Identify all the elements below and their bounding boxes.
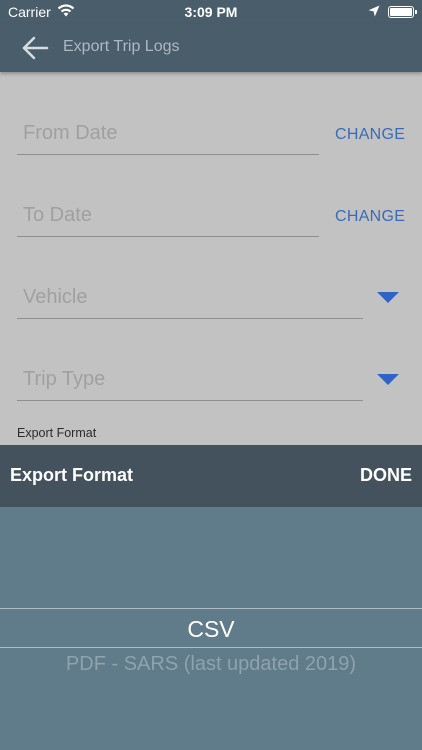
vehicle-select[interactable]: Vehicle [17,284,363,320]
picker-option-csv[interactable]: CSV [0,616,422,643]
export-format-picker[interactable]: CSV PDF - SARS (last updated 2019) [0,507,422,750]
status-time: 3:09 PM [184,4,238,20]
picker-toolbar: Export Format DONE [0,445,422,507]
picker-title: Export Format [10,465,134,485]
done-button[interactable]: DONE [360,465,412,486]
nav-bar: Export Trip Logs [0,24,422,72]
to-date-underline [17,236,319,237]
page-title: Export Trip Logs [63,38,180,55]
picker-option-pdf-sars[interactable]: PDF - SARS (last updated 2019) [0,653,422,676]
from-date-change-button[interactable]: CHANGE [335,126,405,144]
to-date-change-button[interactable]: CHANGE [335,208,405,226]
battery-level [390,8,412,16]
vehicle-dropdown-triangle-icon[interactable] [377,292,399,303]
to-date-field[interactable]: To Date [17,202,319,238]
status-bar: Carrier 3:09 PM [0,0,422,24]
trip-type-placeholder: Trip Type [23,368,106,390]
trip-type-select[interactable]: Trip Type [17,366,363,402]
from-date-placeholder: From Date [23,122,118,144]
picker-selection-bottom-line [0,647,422,648]
picker-selection-top-line [0,608,422,609]
arrow-left-icon[interactable] [22,36,50,60]
from-date-field[interactable]: From Date [17,120,319,156]
location-arrow-icon [368,4,380,20]
trip-type-underline [17,400,363,401]
battery-icon [388,6,417,18]
to-date-placeholder: To Date [23,204,92,226]
export-format-label: Export Format [17,426,97,440]
vehicle-placeholder: Vehicle [23,286,88,308]
trip-type-dropdown-triangle-icon[interactable] [377,374,399,385]
vehicle-underline [17,318,363,319]
status-right-group [368,4,417,20]
from-date-underline [17,154,319,155]
